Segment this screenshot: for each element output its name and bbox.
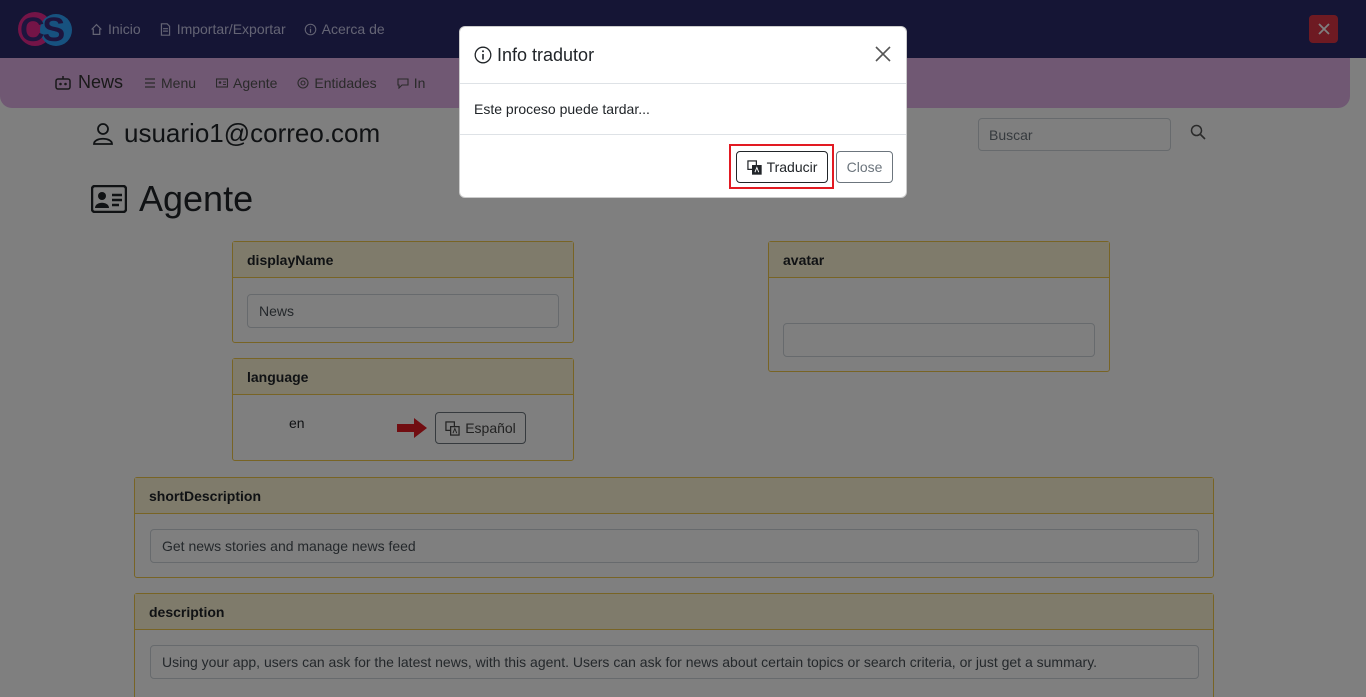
modal-body: Este proceso puede tardar... [460,84,906,135]
modal-header: Info tradutor [460,27,906,84]
modal-footer: Traducir Close [460,135,906,197]
translate-icon [746,159,762,175]
translator-info-modal: Info tradutor Este proceso puede tardar.… [459,26,907,198]
close-button[interactable]: Close [836,151,893,183]
close-icon [875,46,891,62]
translate-button[interactable]: Traducir [736,151,828,183]
info-icon [474,46,492,64]
modal-close-button[interactable] [873,44,893,64]
modal-title-text: Info tradutor [497,44,595,65]
translate-button-label: Traducir [766,159,818,175]
modal-title: Info tradutor [474,45,594,66]
